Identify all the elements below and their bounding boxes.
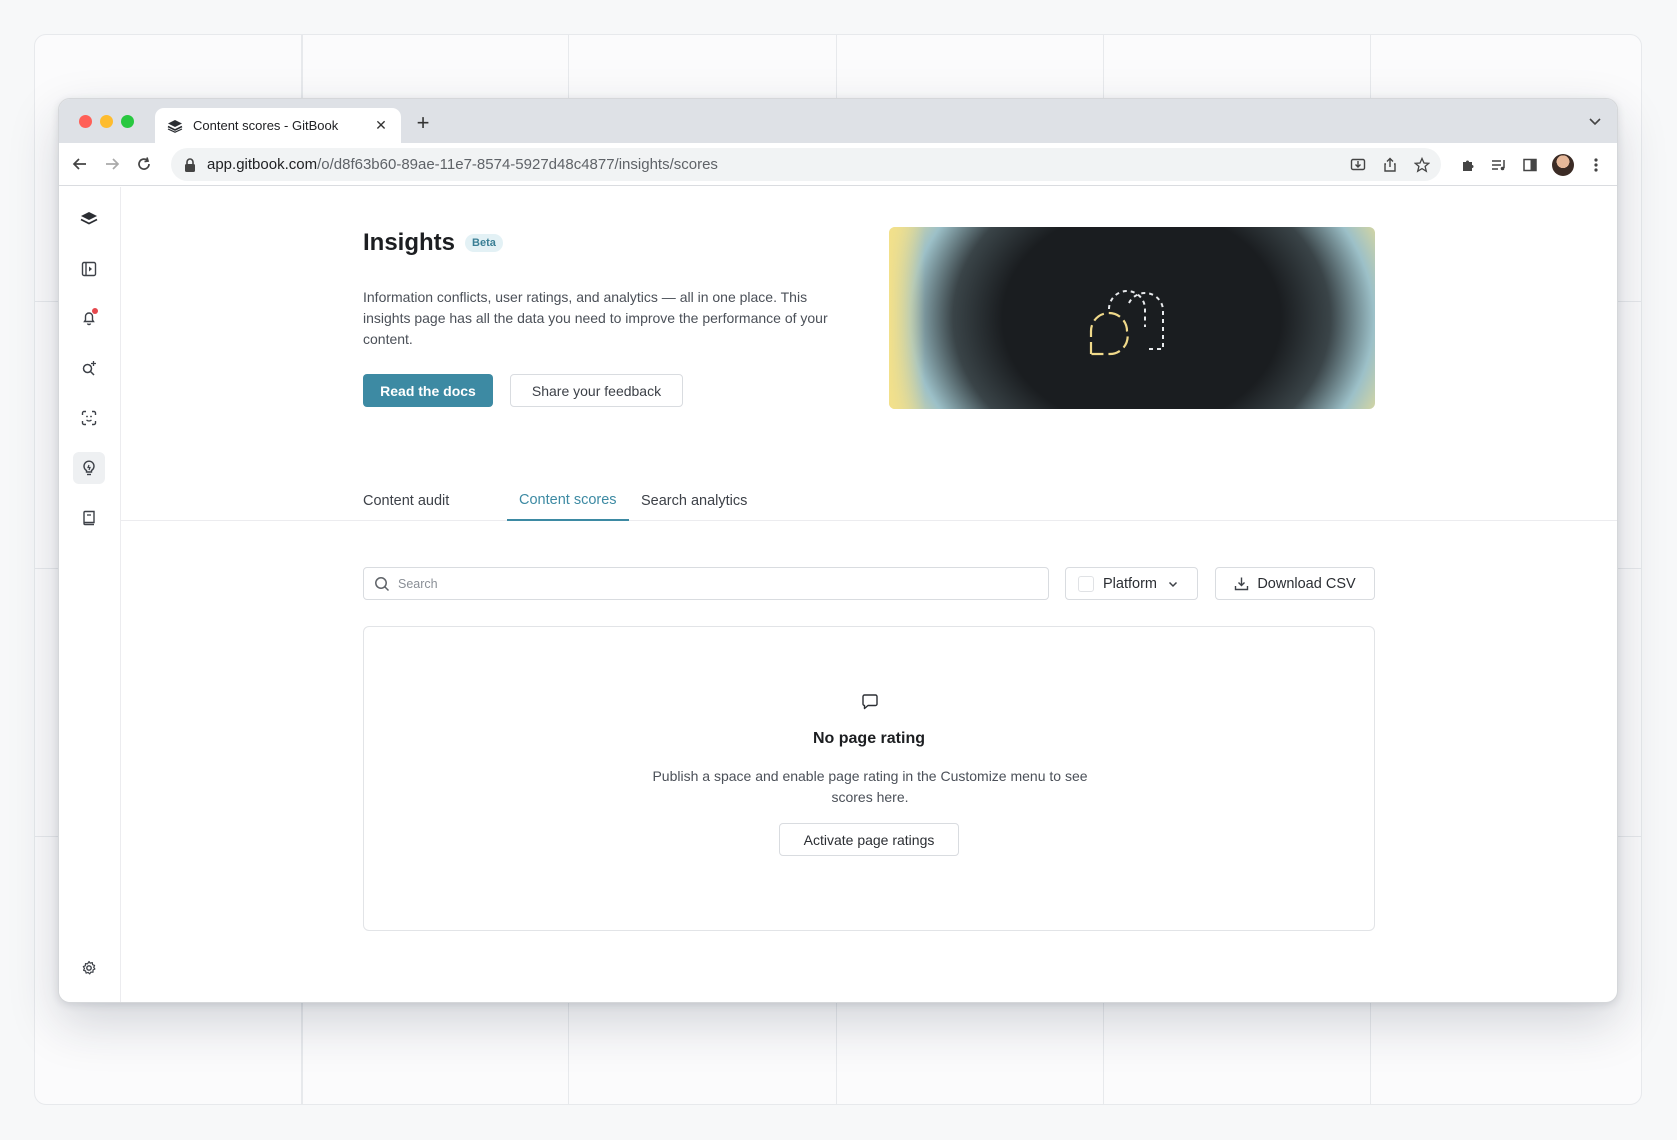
gitbook-logo-icon[interactable] — [73, 203, 105, 235]
app-sidebar — [59, 187, 121, 1002]
maximize-window-button[interactable] — [121, 115, 134, 128]
activate-page-ratings-button[interactable]: Activate page ratings — [779, 823, 959, 856]
search-icon — [375, 576, 390, 591]
platform-label: Platform — [1103, 575, 1157, 592]
lightbulb-icon[interactable] — [73, 452, 105, 484]
bookmark-star-icon[interactable] — [1413, 156, 1431, 174]
address-bar[interactable]: app.gitbook.com/o/d8f63b60-89ae-11e7-857… — [171, 148, 1441, 181]
share-feedback-button[interactable]: Share your feedback — [510, 374, 683, 407]
search-sparkle-icon[interactable] — [73, 352, 105, 384]
insights-hero-illustration — [889, 227, 1375, 409]
empty-state-title: No page rating — [812, 730, 925, 747]
read-docs-button[interactable]: Read the docs — [363, 374, 493, 407]
more-vertical-icon[interactable] — [1587, 156, 1605, 174]
insights-tabs: Content audit Content scores Search anal… — [121, 481, 1617, 521]
tab-title: Content scores - GitBook — [193, 118, 339, 133]
close-window-button[interactable] — [79, 115, 92, 128]
close-tab-icon[interactable]: ✕ — [373, 117, 389, 134]
install-app-icon[interactable] — [1349, 156, 1367, 174]
url-path: /o/d8f63b60-89ae-11e7-8574-5927d48c4877/… — [317, 156, 718, 173]
profile-avatar[interactable] — [1552, 154, 1574, 176]
chevron-down-icon — [1168, 581, 1178, 587]
side-panel-icon[interactable] — [1521, 156, 1539, 174]
beta-badge: Beta — [465, 234, 503, 252]
panel-play-icon[interactable] — [73, 253, 105, 285]
back-arrow-icon[interactable] — [69, 153, 91, 175]
browser-tab[interactable]: Content scores - GitBook ✕ — [155, 108, 401, 143]
insights-page: Insights Beta Information conflicts, use… — [121, 187, 1617, 1002]
forward-arrow-icon[interactable] — [101, 153, 123, 175]
chevron-down-icon[interactable] — [1587, 113, 1603, 129]
gitbook-app: Insights Beta Information conflicts, use… — [59, 187, 1617, 1002]
page-title: Insights Beta — [363, 229, 503, 257]
gitbook-favicon-icon — [167, 117, 185, 135]
share-icon[interactable] — [1381, 156, 1399, 174]
page-title-text: Insights — [363, 229, 456, 256]
empty-state-card: No page rating Publish a space and enabl… — [363, 626, 1375, 931]
search-field[interactable] — [363, 567, 1049, 600]
gear-icon[interactable] — [73, 952, 105, 984]
lock-icon — [185, 157, 195, 172]
tab-strip: Content scores - GitBook ✕ + — [59, 99, 1617, 143]
empty-state-description: Publish a space and enable page rating i… — [652, 768, 1088, 805]
tab-search-analytics[interactable]: Search analytics — [629, 481, 759, 521]
download-csv-label: Download CSV — [1257, 575, 1356, 592]
tab-content-scores[interactable]: Content scores — [507, 481, 629, 521]
search-input[interactable] — [398, 576, 1048, 591]
speech-bubble-icon — [862, 694, 878, 710]
page-description: Information conflicts, user ratings, and… — [363, 289, 828, 347]
tab-content-audit[interactable]: Content audit — [351, 481, 461, 521]
download-icon — [1235, 577, 1249, 591]
scan-face-icon[interactable] — [73, 402, 105, 434]
minimize-window-button[interactable] — [100, 115, 113, 128]
extensions-puzzle-icon[interactable] — [1459, 156, 1477, 174]
notification-dot — [92, 308, 98, 314]
platform-filter[interactable]: Platform — [1065, 567, 1198, 600]
reload-icon[interactable] — [133, 153, 155, 175]
media-queue-icon[interactable] — [1490, 156, 1508, 174]
browser-window: Content scores - GitBook ✕ + app.gitbook… — [58, 98, 1618, 1003]
bell-icon[interactable] — [73, 302, 105, 334]
chat-bubbles-icon — [1089, 290, 1164, 356]
browser-toolbar: app.gitbook.com/o/d8f63b60-89ae-11e7-857… — [59, 143, 1617, 186]
download-csv-button[interactable]: Download CSV — [1215, 567, 1375, 600]
url-host: app.gitbook.com — [207, 156, 318, 173]
book-icon[interactable] — [73, 502, 105, 534]
platform-checkbox[interactable] — [1078, 575, 1094, 592]
new-tab-icon[interactable]: + — [411, 110, 435, 136]
